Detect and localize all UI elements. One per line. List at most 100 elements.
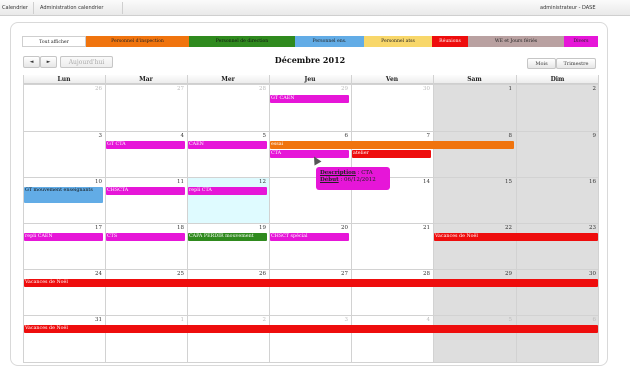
day-number[interactable]: 1 <box>472 86 513 92</box>
legend-show-all[interactable]: Tout afficher <box>22 36 86 47</box>
weekday-header: Lun <box>23 75 105 84</box>
grid-line <box>105 75 106 363</box>
prev-month-button[interactable]: ◄ <box>23 56 40 68</box>
day-number[interactable]: 27 <box>144 86 184 92</box>
legend-atss[interactable]: Personnel atss <box>364 36 432 47</box>
tooltip-start-row: Début : 06/12/2012 <box>320 177 386 184</box>
day-number[interactable]: 16 <box>556 179 596 185</box>
day-number[interactable]: 11 <box>144 179 184 185</box>
quarter-view-button[interactable]: Trimestre <box>556 58 596 69</box>
day-number[interactable]: 21 <box>390 225 430 231</box>
nav-admin-calendar[interactable]: Administration calendrier <box>40 5 103 11</box>
day-number[interactable]: 10 <box>62 179 102 185</box>
day-number[interactable]: 31 <box>62 317 102 323</box>
day-number[interactable]: 26 <box>62 86 102 92</box>
event-capa-perdir[interactable]: CAPA PERDIR mouvement <box>188 233 267 241</box>
month-view-button[interactable]: Mois <box>527 58 556 69</box>
calendar-title: Décembre 2012 <box>274 55 346 65</box>
day-number[interactable]: 27 <box>308 271 348 277</box>
day-number[interactable]: 2 <box>226 317 267 323</box>
day-number[interactable]: 29 <box>308 86 348 92</box>
day-number[interactable]: 5 <box>472 317 513 323</box>
day-number[interactable]: 15 <box>472 179 512 185</box>
arrow-left-icon: ◄ <box>29 59 34 65</box>
legend-weekend[interactable]: WE et Jours fériés <box>468 36 564 47</box>
event-repli-cta[interactable]: repli CTA <box>188 187 267 195</box>
weekday-header: Mar <box>105 75 187 84</box>
day-number[interactable]: 23 <box>556 225 596 231</box>
day-number[interactable]: 14 <box>390 179 430 185</box>
weekday-header: Sam <box>433 75 516 84</box>
grid-line <box>23 315 599 316</box>
day-number[interactable]: 5 <box>226 133 267 139</box>
grid-line <box>351 75 352 363</box>
day-number[interactable]: 3 <box>62 133 103 139</box>
nav-calendar[interactable]: Calendrier <box>2 5 28 11</box>
day-number[interactable]: 22 <box>472 225 512 231</box>
day-number[interactable]: 20 <box>308 225 348 231</box>
day-number[interactable]: 12 <box>226 179 266 185</box>
tooltip-description-value: : CTA <box>355 170 373 176</box>
event-essai[interactable]: essai <box>270 141 514 149</box>
day-number[interactable]: 17 <box>62 225 102 231</box>
day-number[interactable]: 1 <box>144 317 185 323</box>
grid-line <box>23 75 24 363</box>
event-gt-cta[interactable]: GT CTA <box>106 141 185 149</box>
grid-line <box>23 84 599 85</box>
day-number[interactable]: 28 <box>390 271 430 277</box>
day-number[interactable]: 24 <box>62 271 102 277</box>
event-vacances-noel[interactable]: Vacances de Noël <box>24 325 598 333</box>
user-label[interactable]: administrateur - DASE <box>540 5 596 11</box>
day-number[interactable]: 6 <box>308 133 349 139</box>
event-cts[interactable]: CTS <box>106 233 185 241</box>
day-number[interactable]: 3 <box>308 317 349 323</box>
tooltip-start-label: Début <box>320 177 339 183</box>
legend-enseignants[interactable]: Personnel ens. <box>295 36 364 47</box>
grid-line <box>187 75 188 363</box>
tooltip-start-value: : 06/12/2012 <box>338 177 376 183</box>
tooltip-description-label: Description <box>320 170 356 176</box>
day-number[interactable]: 9 <box>556 133 597 139</box>
day-number[interactable]: 7 <box>390 133 431 139</box>
day-number[interactable]: 26 <box>226 271 266 277</box>
day-number[interactable]: 30 <box>556 271 596 277</box>
next-month-button[interactable]: ► <box>40 56 57 68</box>
grid-line <box>433 75 434 363</box>
event-chsct-special[interactable]: CHSCT spécial <box>270 233 349 241</box>
day-number[interactable]: 18 <box>144 225 184 231</box>
weekday-header: Ven <box>351 75 433 84</box>
event-vacances-noel[interactable]: Vacances de Noël <box>434 233 598 241</box>
today-button[interactable]: Aujourd'hui <box>60 56 113 68</box>
day-number[interactable]: 28 <box>226 86 266 92</box>
event-gt-caen[interactable]: GT CAEN <box>270 95 349 103</box>
legend-divers[interactable]: Divers <box>564 36 598 47</box>
grid-line <box>516 75 517 363</box>
day-number[interactable]: 8 <box>472 133 513 139</box>
nav-separator <box>33 2 34 14</box>
grid-line <box>23 269 599 270</box>
event-tooltip: Description : CTA Début : 06/12/2012 <box>316 167 390 190</box>
event-vacances-noel[interactable]: Vacances de Noël <box>24 279 598 287</box>
day-number[interactable]: 4 <box>144 133 185 139</box>
grid-line <box>23 131 599 132</box>
legend-inspection[interactable]: Personnel d'inspection <box>86 36 189 47</box>
day-number[interactable]: 30 <box>390 86 430 92</box>
day-number[interactable]: 4 <box>390 317 431 323</box>
event-repli-caen[interactable]: repli CAEN <box>24 233 103 241</box>
day-number[interactable]: 19 <box>226 225 266 231</box>
grid-line <box>23 177 599 178</box>
event-caen[interactable]: CAEN <box>188 141 267 149</box>
grid-line <box>269 75 270 363</box>
day-number[interactable]: 2 <box>556 86 597 92</box>
event-cta[interactable]: CTA <box>270 150 349 158</box>
legend-reunions[interactable]: Réunions <box>432 36 468 47</box>
event-chscta[interactable]: CHSCTA <box>106 187 185 195</box>
event-gt-mouvement[interactable]: GT mouvement enseignants <box>24 187 103 203</box>
day-number[interactable]: 29 <box>472 271 512 277</box>
event-atelier[interactable]: atelier <box>352 150 431 158</box>
day-number[interactable]: 25 <box>144 271 184 277</box>
weekday-header: Mer <box>187 75 269 84</box>
day-number[interactable]: 6 <box>556 317 597 323</box>
grid-line <box>23 362 599 363</box>
legend-direction[interactable]: Personnel de direction <box>189 36 295 47</box>
